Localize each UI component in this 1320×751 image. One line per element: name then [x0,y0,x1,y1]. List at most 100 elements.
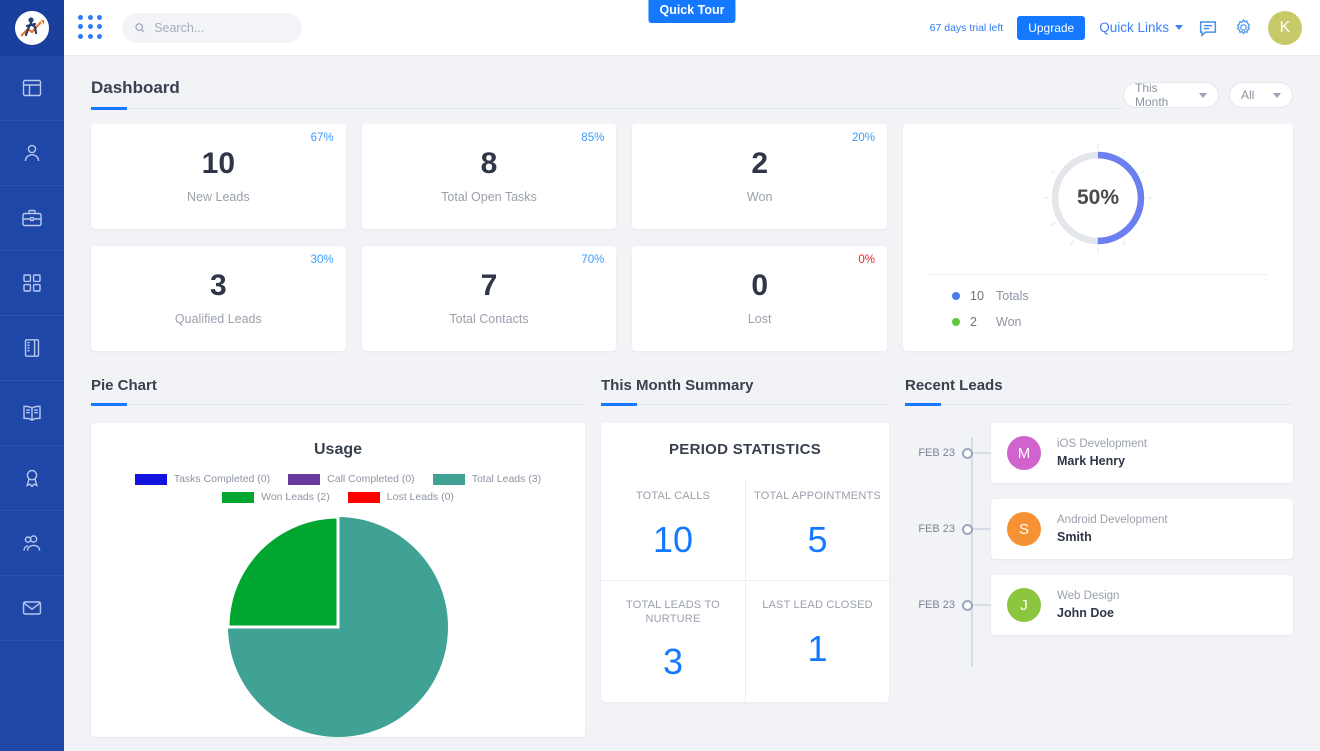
legend-dot-icon [952,318,960,326]
legend-swatch-icon [432,473,465,485]
lead-card[interactable]: J Web Design John Doe [991,575,1293,635]
kpi-card-total-contacts[interactable]: 70% 7 Total Contacts [361,245,617,351]
lead-name: Smith [1057,530,1092,544]
timeline-connector [973,452,991,454]
chevron-down-icon [1175,25,1183,30]
top-header: Quick Tour 67 days trial left Upgrade Qu… [64,0,1320,56]
briefcase-icon [22,209,42,227]
sidebar-item-deals[interactable] [0,186,64,251]
kpi-value: 3 [209,268,227,302]
stat-label: TOTAL APPOINTMENTS [754,490,881,502]
lead-text: iOS Development Mark Henry [1057,438,1147,468]
legend-label: Total Leads (3) [471,473,542,485]
kpi-card-qualified-leads[interactable]: 30% 3 Qualified Leads [91,245,346,351]
page-header: Dashboard This Month All [91,56,1293,110]
lead-card[interactable]: M iOS Development Mark Henry [991,423,1293,483]
notebook-icon [24,339,40,357]
grid-squares-icon [23,274,41,292]
bottom-sections: Pie Chart Usage Tasks Completed (0) Call… [91,377,1293,737]
period-statistics-title: PERIOD STATISTICS [668,441,822,458]
sidebar-item-teams[interactable] [0,511,64,576]
lead-card[interactable]: S Android Development Smith [991,499,1293,559]
page-title: Dashboard [91,78,180,97]
grid-apps-icon[interactable] [78,14,104,41]
kpi-card-won[interactable]: 20% 2 Won [632,124,887,229]
quick-tour-badge[interactable]: Quick Tour [648,0,736,23]
divider [928,274,1268,275]
open-book-icon [23,405,41,422]
sidebar-item-awards[interactable] [0,446,64,511]
kpi-percent: 20% [851,132,875,144]
upgrade-button[interactable]: Upgrade [1017,15,1086,40]
section-title-recent-leads: Recent Leads [905,377,1003,394]
kpi-value: 2 [751,147,768,180]
list-item[interactable]: FEB 23 S Android Development Smith [905,499,1293,559]
sidebar-item-library[interactable] [0,381,64,446]
sidebar-item-apps[interactable] [0,251,64,316]
sidebar-item-dashboard[interactable] [0,56,64,121]
kpi-label: Total Contacts [449,311,529,326]
stat-label: TOTAL LEADS TO NURTURE [626,598,720,625]
legend-item-won: 2 Won [952,315,1268,329]
quick-links-dropdown[interactable]: Quick Links [1099,20,1183,35]
legend-value: 10 [970,289,984,303]
period-filter[interactable]: This Month [1123,81,1219,109]
legend-item-tasks-completed: Tasks Completed (0) [134,473,271,485]
search-box[interactable] [122,12,302,43]
list-item[interactable]: FEB 23 J Web Design John Doe [905,575,1293,635]
main-column: Quick Tour 67 days trial left Upgrade Qu… [64,0,1320,751]
stat-value: 10 [652,518,694,560]
timeline-date: FEB 23 [918,447,955,459]
section-title-pie-chart: Pie Chart [91,377,157,394]
period-statistics-panel: PERIOD STATISTICS TOTAL CALLS 10 TOTAL A… [601,423,889,703]
stat-total-calls: TOTAL CALLS 10 [601,480,745,580]
sidebar-item-mail[interactable] [0,576,64,641]
conversion-donut-card: 50% 10 Totals 2 Won [903,124,1293,351]
legend-dot-icon [952,292,960,300]
kpi-value: 10 [201,147,236,180]
section-title-month-summary: This Month Summary [601,377,754,394]
app-root: Quick Tour 67 days trial left Upgrade Qu… [0,0,1320,751]
search-input[interactable] [154,20,290,35]
settings-button[interactable] [1233,17,1254,38]
legend-label: Tasks Completed (0) [173,473,271,485]
stat-label: LAST LEAD CLOSED [762,598,873,611]
title-rule [127,108,1123,109]
page-title-group: Dashboard [91,78,1123,110]
stat-total-appointments: TOTAL APPOINTMENTS 5 [745,480,889,580]
lead-text: Android Development Smith [1057,514,1168,544]
kpi-card-lost[interactable]: 0% 0 Lost [632,245,887,351]
avatar: M [1007,436,1041,470]
legend-item-totals: 10 Totals [952,289,1268,303]
lead-text: Web Design John Doe [1057,590,1119,620]
lead-name: John Doe [1057,606,1114,620]
section-accent [601,403,637,406]
section-rule [127,404,585,405]
user-avatar[interactable]: K [1268,10,1302,45]
kpi-label: Lost [747,311,772,326]
avatar: J [1007,588,1041,622]
trial-status: 67 days trial left [929,21,1004,34]
section-rule [941,404,1293,405]
kpi-region: 67% 10 New Leads 85% 8 Total Open Tasks … [91,124,1293,351]
kpi-card-new-leads[interactable]: 67% 10 New Leads [91,124,346,229]
chevron-down-icon [1273,92,1281,98]
section-accent [91,403,127,406]
section-accent-row [905,403,1293,406]
usage-panel: Usage Tasks Completed (0) Call Completed… [91,423,585,737]
kpi-value: 8 [480,147,498,180]
kpi-card-total-open-tasks[interactable]: 85% 8 Total Open Tasks [361,124,617,229]
kpi-percent: 85% [581,132,605,144]
sidebar-item-notebook[interactable] [0,316,64,381]
list-item[interactable]: FEB 23 M iOS Development Mark Henry [905,423,1293,483]
legend-swatch-icon [288,473,321,485]
scope-filter[interactable]: All [1229,82,1293,108]
legend-label: Won Leads (2) [261,491,330,503]
app-logo[interactable] [0,0,64,56]
chat-button[interactable] [1197,17,1219,39]
timeline-node-icon [962,447,973,459]
legend-label: Lost Leads (0) [386,491,454,503]
pie-chart-svg[interactable] [228,517,448,737]
sidebar-item-contacts[interactable] [0,121,64,186]
sidebar-nav [0,56,64,751]
